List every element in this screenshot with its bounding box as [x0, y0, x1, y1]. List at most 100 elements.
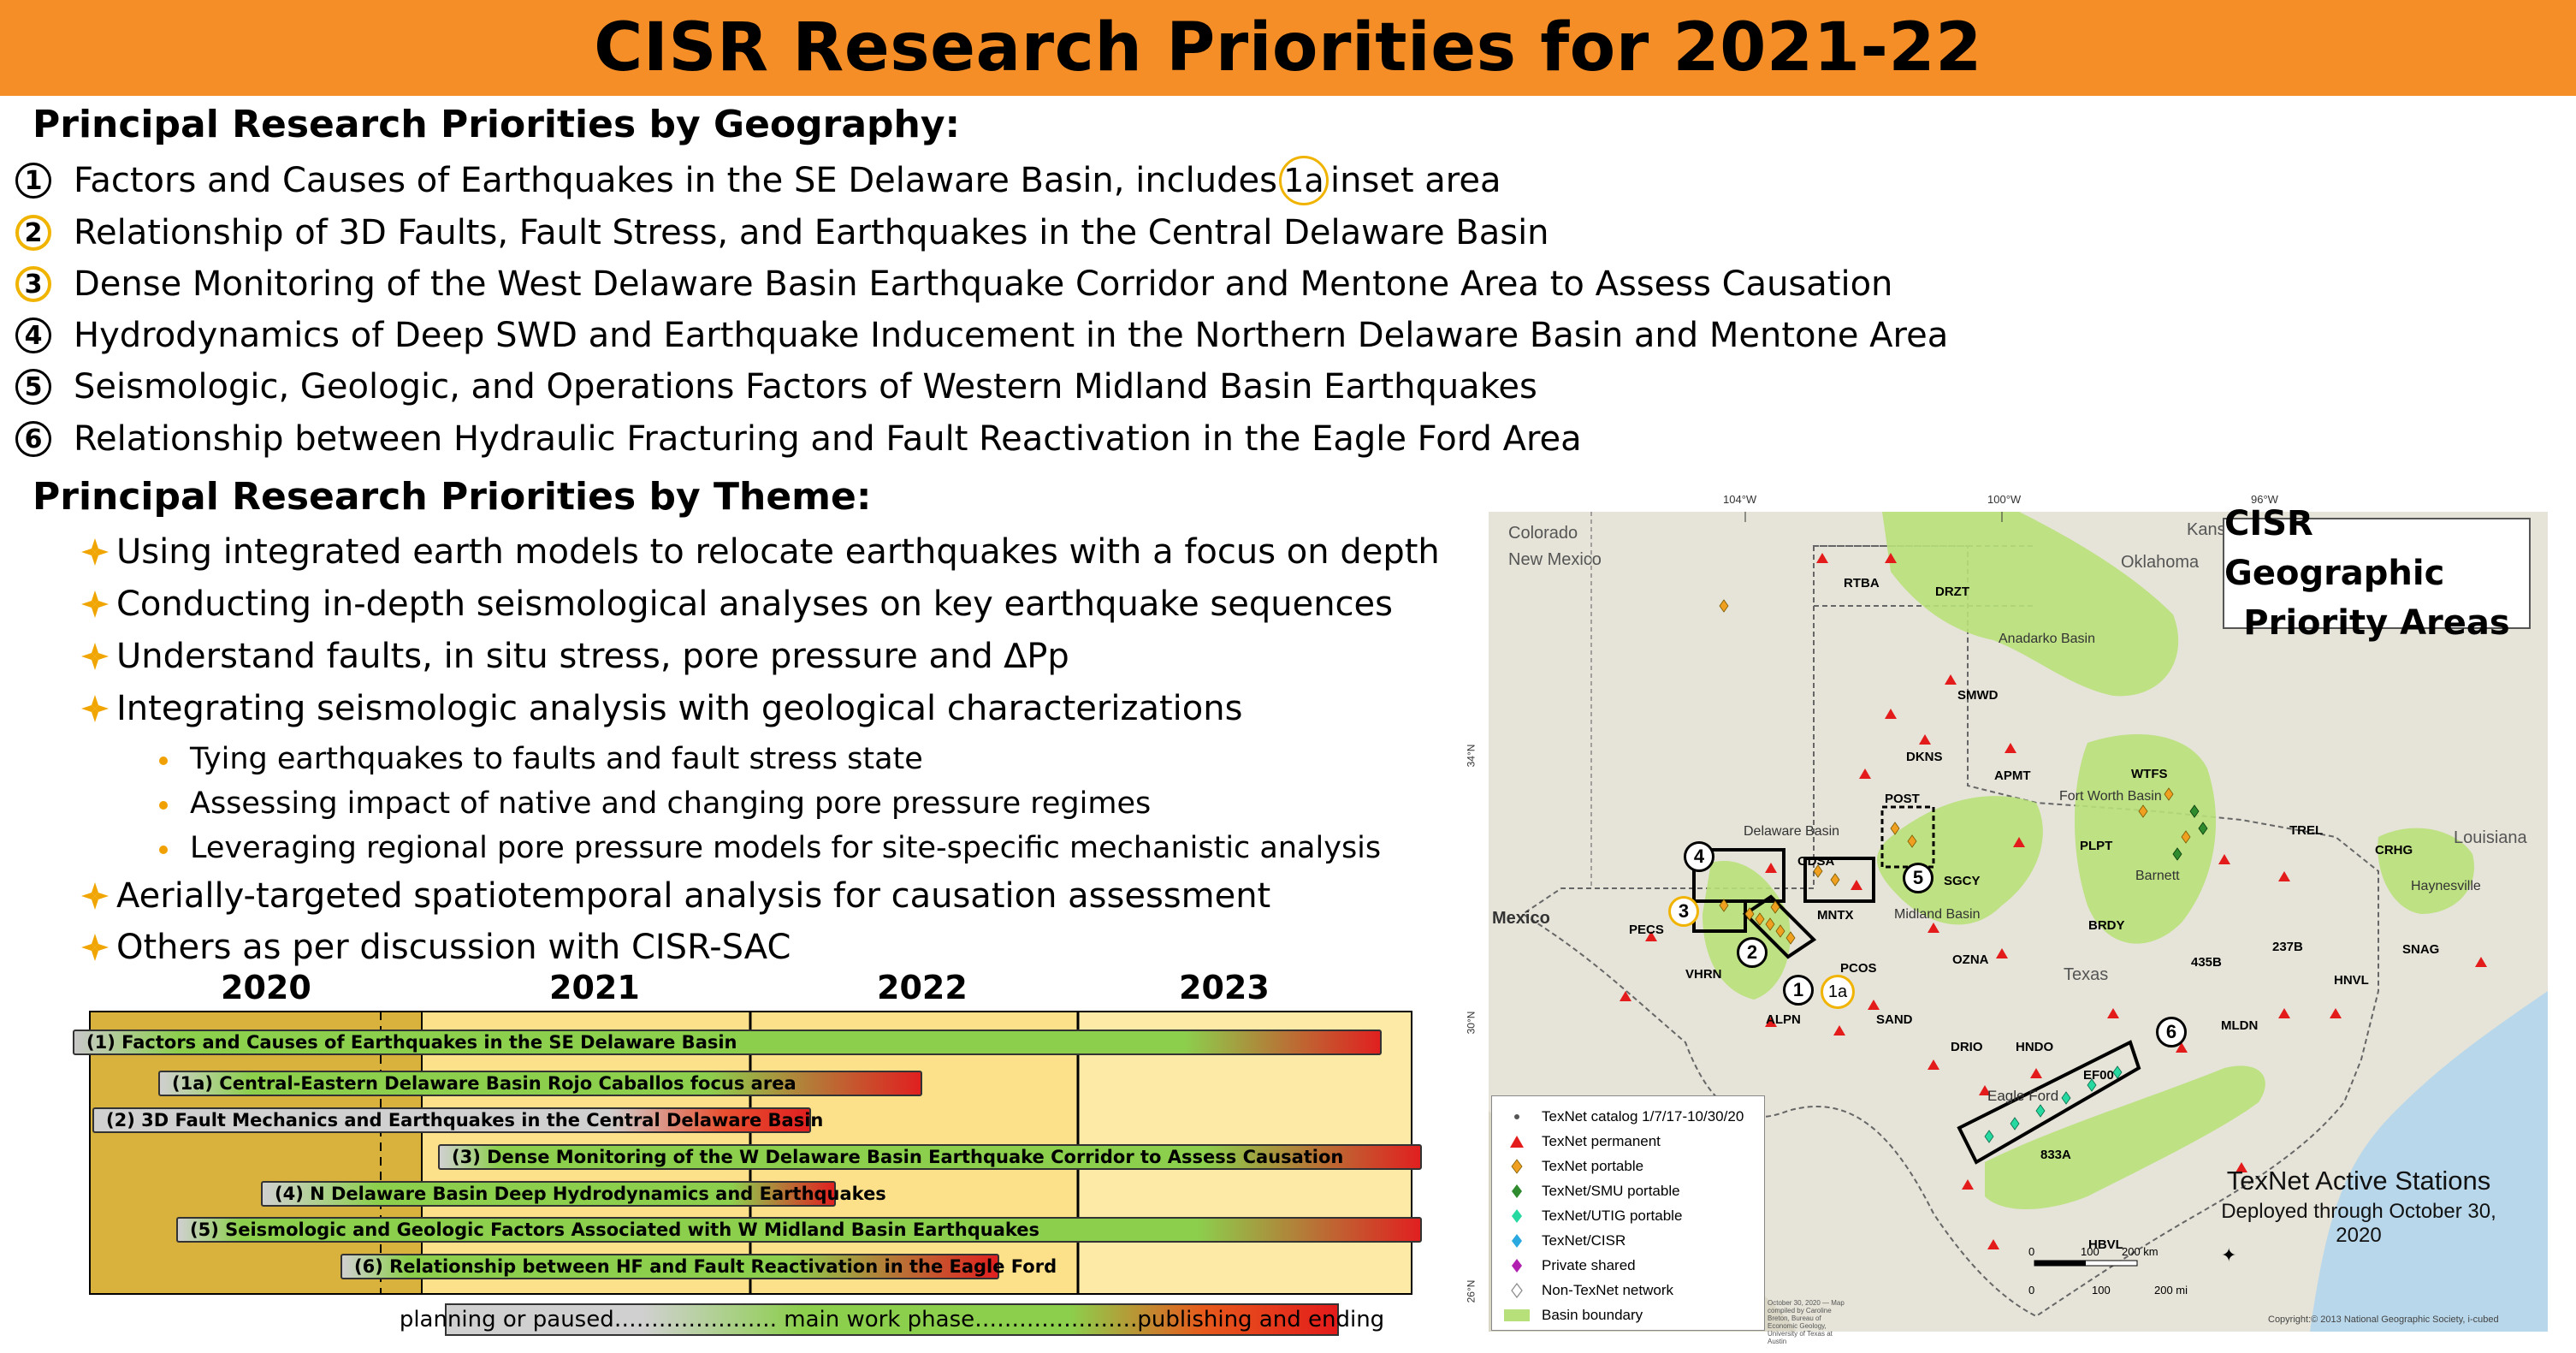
scale-label-km: 0 — [2028, 1245, 2035, 1258]
gantt-bar-4: (4) N Delaware Basin Deep Hydrodynamics … — [261, 1181, 886, 1207]
station-label: OZNA — [1952, 952, 1989, 967]
basin-label-fort-worth: Fort Worth Basin — [2059, 789, 2162, 804]
region-label-new-mexico: New Mexico — [1508, 550, 1602, 569]
gantt-bar-5: (5) Seismologic and Geologic Factors Ass… — [176, 1217, 1422, 1243]
station-label: PLPT — [2080, 839, 2113, 853]
map-title-line2: Priority Areas — [2243, 603, 2510, 643]
map-credit: Copyright:© 2013 National Geographic Soc… — [2268, 1314, 2499, 1325]
gantt-bar-3: (3) Dense Monitoring of the W Delaware B… — [438, 1144, 1422, 1170]
gantt-bar-2: (2) 3D Fault Mechanics and Earthquakes i… — [92, 1107, 823, 1133]
diamond-icon — [1504, 1159, 1530, 1174]
station-label: HNDO — [2016, 1040, 2054, 1054]
map-legend: TexNet catalog 1/7/17-10/30/20 TexNet pe… — [1491, 1095, 1765, 1331]
station-label: SGCY — [1944, 874, 1981, 888]
station-label: ALPN — [1766, 1012, 1801, 1027]
legend-row-permanent: TexNet permanent — [1504, 1133, 1661, 1150]
legend-label: Private shared — [1542, 1257, 1636, 1273]
station-label: ODSA — [1797, 854, 1835, 869]
diamond-icon — [1504, 1233, 1530, 1249]
map-title-box: CISR Geographic Priority Areas — [2223, 504, 2531, 643]
legend-label: Basin boundary — [1542, 1307, 1643, 1323]
station-label: CRHG — [2375, 843, 2413, 857]
legend-label: TexNet catalog 1/7/17-10/30/20 — [1542, 1108, 1744, 1125]
station-label: DKNS — [1906, 750, 1943, 764]
scale-label-km: 100 — [2081, 1245, 2099, 1258]
legend-row-catalog: TexNet catalog 1/7/17-10/30/20 — [1504, 1108, 1744, 1125]
basin-swatch-icon — [1504, 1309, 1530, 1321]
legend-label: TexNet permanent — [1542, 1133, 1661, 1149]
station-label: EF00 — [2083, 1068, 2114, 1083]
scale-label-mi: 0 — [2028, 1284, 2035, 1297]
station-label: POST — [1885, 792, 1920, 806]
station-label: 435B — [2191, 955, 2222, 970]
scale-label-mi: 200 mi — [2154, 1284, 2188, 1297]
station-label: SMWD — [1957, 688, 1999, 703]
legend-row-private: Private shared — [1504, 1257, 1636, 1274]
basin-label-haynesville: Haynesville — [2411, 879, 2481, 893]
map-area-marker-1a: 1a — [1821, 975, 1855, 1009]
scale-label-mi: 100 — [2092, 1284, 2111, 1297]
basin-label-barnett: Barnett — [2135, 869, 2180, 883]
station-label: MNTX — [1817, 908, 1854, 923]
legend-row-portable: TexNet portable — [1504, 1158, 1643, 1175]
legend-row-smu: TexNet/SMU portable — [1504, 1183, 1680, 1200]
map-area-marker-1: 1 — [1783, 975, 1814, 1006]
caption-line1: TexNet Active Stations — [2226, 1166, 2491, 1196]
station-label: DRZT — [1935, 585, 1969, 599]
station-label: RTBA — [1844, 576, 1880, 590]
station-label: HNVL — [2334, 973, 2369, 988]
basin-label-midland: Midland Basin — [1894, 907, 1981, 922]
basin-label-eagle-ford: Eagle Ford — [1987, 1088, 2059, 1104]
basin-label-delaware: Delaware Basin — [1744, 824, 1840, 839]
map-area-marker-3: 3 — [1668, 896, 1699, 927]
map-compiler-note: October 30, 2020 — Map compiled by Carol… — [1768, 1299, 1845, 1345]
station-label: VHRN — [1685, 967, 1722, 982]
station-label: BRDY — [2088, 918, 2125, 933]
map-caption: TexNet Active Stations Deployed through … — [2218, 1166, 2500, 1248]
legend-row-utig: TexNet/UTIG portable — [1504, 1208, 1682, 1225]
scale-label-km: 200 km — [2122, 1245, 2159, 1258]
lat-label: 26°N — [1465, 1279, 1477, 1303]
station-label: SAND — [1876, 1012, 1913, 1027]
diamond-icon — [1504, 1258, 1530, 1273]
diamond-icon — [1504, 1184, 1530, 1199]
gantt-phase-legend: planning or paused…………………. main work pha… — [400, 1303, 1384, 1336]
legend-label: TexNet portable — [1542, 1158, 1644, 1174]
diamond-icon — [1504, 1208, 1530, 1224]
region-label-texas: Texas — [2064, 965, 2109, 984]
region-label-louisiana: Louisiana — [2454, 828, 2527, 847]
legend-row-basin: Basin boundary — [1504, 1307, 1643, 1324]
station-label: 833A — [2040, 1148, 2071, 1162]
scale-bar-segment — [2034, 1261, 2086, 1266]
map-area-marker-4: 4 — [1684, 841, 1714, 872]
station-label: MLDN — [2221, 1018, 2259, 1033]
triangle-icon — [1504, 1135, 1530, 1148]
caption-line2: Deployed through October 30, 2020 — [2221, 1200, 2496, 1247]
legend-label: TexNet/UTIG portable — [1542, 1208, 1683, 1224]
map-area-marker-2: 2 — [1737, 937, 1768, 968]
legend-label: TexNet/SMU portable — [1542, 1183, 1680, 1199]
legend-row-non-texnet: Non-TexNet network — [1504, 1282, 1673, 1299]
legend-label: TexNet/CISR — [1542, 1232, 1626, 1249]
station-label: PECS — [1629, 923, 1664, 937]
station-label: DRIO — [1951, 1040, 1983, 1054]
basin-label-anadarko: Anadarko Basin — [1999, 632, 2095, 646]
gantt-bar-1a: (1a) Central-Eastern Delaware Basin Rojo… — [158, 1071, 922, 1096]
lon-label: 100°W — [1987, 493, 2022, 506]
legend-label: Non-TexNet network — [1542, 1282, 1674, 1298]
map-area-marker-5: 5 — [1903, 863, 1933, 893]
map-area-marker-6: 6 — [2156, 1017, 2187, 1047]
station-label: 237B — [2272, 940, 2303, 954]
legend-row-cisr: TexNet/CISR — [1504, 1232, 1626, 1249]
region-label-colorado: Colorado — [1508, 524, 1578, 543]
gantt-bar-1: (1) Factors and Causes of Earthquakes in… — [73, 1030, 1382, 1055]
station-label: APMT — [1994, 768, 2031, 783]
dot-icon — [1504, 1113, 1530, 1121]
lat-label: 30°N — [1465, 1011, 1477, 1035]
lat-label: 34°N — [1465, 744, 1477, 768]
station-label: WTFS — [2131, 767, 2168, 781]
gantt-bar-6: (6) Relationship between HF and Fault Re… — [341, 1254, 1057, 1279]
north-arrow-icon: ✦ — [2221, 1245, 2236, 1267]
lon-label: 104°W — [1723, 493, 1757, 506]
region-label-oklahoma: Oklahoma — [2121, 553, 2200, 572]
